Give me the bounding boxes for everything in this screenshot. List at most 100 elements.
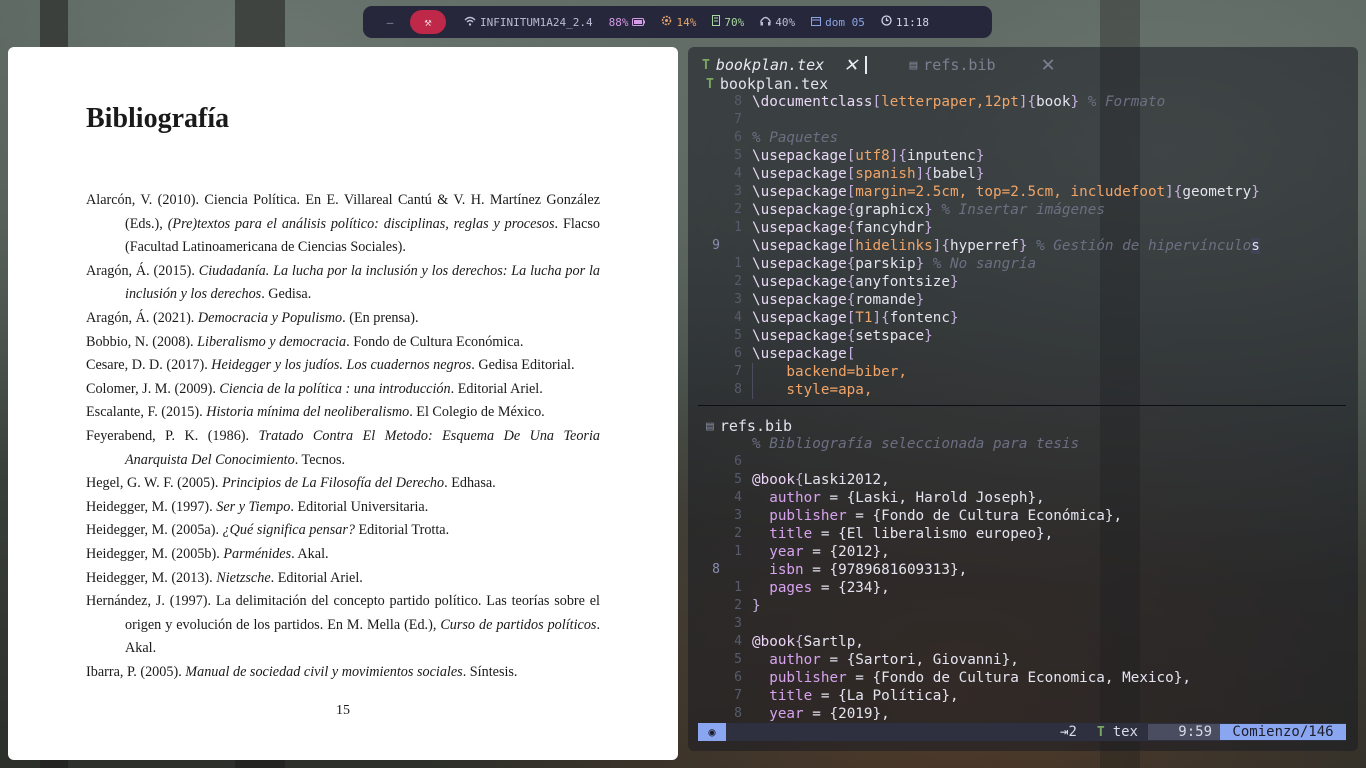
line-number: 7 [734,688,742,703]
pdf-page[interactable]: Bibliografía Alarcón, V. (2010). Ciencia… [8,47,678,760]
code-pane-refs[interactable]: % Bibliografía seleccionada para tesis 6 5… [688,435,1358,723]
file-icon: ▤ [909,57,918,73]
scroll-progress: Comienzo/146 [1220,724,1346,740]
page-number: 15 [336,703,350,718]
code-line[interactable]: 8 style=apa, [688,381,1358,399]
code-line[interactable]: 6 [688,453,1358,471]
line-number: 3 [734,616,742,631]
pane-divider[interactable] [698,405,1346,406]
bibliography-heading: Bibliografía [86,103,230,134]
code-line[interactable]: 5 \usepackage{setspace} [688,327,1358,345]
line-number: 2 [734,526,742,541]
mode-icon: ◉ [698,723,726,741]
pane-filename: bookplan.tex [719,75,829,93]
workspace-active[interactable]: ⚒ [410,10,446,34]
code-line[interactable]: % Bibliografía seleccionada para tesis [688,435,1358,453]
reference-entry: Hernández, J. (1997). La delimitación de… [86,593,600,657]
code-line[interactable]: 6 publisher = {Fondo de Cultura Economic… [688,669,1358,687]
reference-entry: Hegel, G. W. F. (2005). Principios de La… [86,475,496,492]
text-editor[interactable]: T bookplan.tex ✕ ▤ refs.bib ✕ T bookplan… [688,47,1358,751]
reference-entry: Alarcón, V. (2010). Ciencia Política. En… [86,192,600,256]
code-line[interactable]: 6% Paquetes [688,129,1358,147]
close-icon[interactable]: ✕ [844,54,857,76]
line-number: 6 [734,454,742,469]
reference-entry: Heidegger, M. (2005a). ¿Qué significa pe… [86,522,450,539]
reference-entry: Colomer, J. M. (2009). Ciencia de la pol… [86,380,543,397]
reference-entry: Heidegger, M. (2005b). Parménides. Akal. [86,545,329,562]
wifi-indicator[interactable]: INFINITUM1A24_2.4 [456,16,601,29]
code-pane-bookplan[interactable]: 8 \documentclass[letterpaper,12pt]{book} … [688,93,1358,399]
filetype-indicator: T tex [1087,724,1148,740]
line-number: 8 [734,382,742,397]
reference-entry: Escalante, F. (2015). Historia mínima de… [86,404,545,421]
clock-indicator[interactable]: 11:18 [873,15,937,29]
date-indicator[interactable]: dom 05 [803,16,873,29]
code-line[interactable]: 5 @book{Laski2012, [688,471,1358,489]
code-line[interactable]: 1 \usepackage{fancyhdr} [688,219,1358,237]
code-line[interactable]: 3 \usepackage{romande} [688,291,1358,309]
cursor-caret [865,56,868,74]
code-line[interactable]: 7 backend=biber, [688,363,1358,381]
line-number: 5 [734,328,742,343]
code-line[interactable]: 4 \usepackage[T1]{fontenc} [688,309,1358,327]
code-line[interactable]: 8 isbn = {9789681609313}, [688,561,1358,579]
line-number: 6 [734,130,742,145]
line-number: 1 [734,544,742,559]
code-line[interactable]: 2 \usepackage{graphicx} % Insertar imágen… [688,201,1358,219]
memory-percent: 70% [724,15,745,29]
code-line[interactable]: 4 @book{Sartlp, [688,633,1358,651]
file-icon: ▤ [706,418,714,434]
reference-entry: Cesare, D. D. (2017). Heidegger y los ju… [86,357,575,374]
code-line[interactable]: 2} [688,597,1358,615]
code-line[interactable]: 4 author = {Laski, Harold Joseph}, [688,489,1358,507]
code-line[interactable]: 1 year = {2012}, [688,543,1358,561]
code-line[interactable]: 3 \usepackage[margin=2.5cm, top=2.5cm, in… [688,183,1358,201]
line-number: 5 [734,148,742,163]
code-line[interactable]: 7 [688,111,1358,129]
code-line[interactable]: 6 \usepackage[ [688,345,1358,363]
tab-bookplan[interactable]: T bookplan.tex ✕ [702,54,868,76]
tex-file-icon: T [702,57,710,73]
line-number: 3 [734,508,742,523]
code-line[interactable]: 2 \usepackage{anyfontsize} [688,273,1358,291]
battery-indicator[interactable]: 88% [601,16,654,29]
volume-indicator[interactable]: 40% [752,16,803,29]
code-line[interactable]: 4 \usepackage[spanish]{babel} [688,165,1358,183]
close-icon[interactable]: ✕ [1042,54,1055,76]
cpu-indicator[interactable]: 14% [653,15,704,29]
editor-statusline: ◉ ⇥2 T tex 9:59 Comienzo/146 [698,723,1346,741]
reference-entry: Feyerabend, P. K. (1986). Tratado Contra… [86,427,600,468]
pane-header-refs: ▤ refs.bib [706,417,792,435]
tab-refs[interactable]: ▤ refs.bib ✕ [909,54,1055,76]
code-line[interactable]: 7 title = {La Política}, [688,687,1358,705]
code-line[interactable]: 2 title = {El liberalismo europeo}, [688,525,1358,543]
line-number: 1 [734,580,742,595]
battery-percent: 88% [608,15,629,29]
code-line[interactable]: 5 \usepackage[utf8]{inputenc} [688,147,1358,165]
reference-entry: Ibarra, P. (2005). Manual de sociedad ci… [86,663,518,680]
code-line[interactable]: 3 [688,615,1358,633]
tex-file-icon: T [1096,724,1105,740]
code-line[interactable]: 3 publisher = {Fondo de Cultura Económic… [688,507,1358,525]
code-line[interactable]: 1 pages = {234}, [688,579,1358,597]
code-line[interactable]: 9 \usepackage[hidelinks]{hyperref} % Gest… [688,237,1358,255]
line-number: 4 [734,166,742,181]
code-line[interactable]: 1 \usepackage{parskip} % No sangría [688,255,1358,273]
code-line[interactable]: 8 \documentclass[letterpaper,12pt]{book} … [688,93,1358,111]
indent-guide [752,363,753,399]
workspace-inactive[interactable]: – [370,16,410,29]
clock-icon [881,15,892,29]
tools-icon: ⚒ [424,15,432,29]
line-number: 2 [734,202,742,217]
cpu-percent: 14% [676,15,697,29]
cpu-icon [661,15,672,29]
status-bar-top: – ⚒ INFINITUM1A24_2.4 88% 14% 70% 40% do… [363,6,992,38]
cursor-position: 9:59 [1148,724,1220,740]
line-number: 1 [734,220,742,235]
line-number: 4 [734,310,742,325]
code-line[interactable]: 5 author = {Sartori, Giovanni}, [688,651,1358,669]
code-line[interactable]: 8 year = {2019}, [688,705,1358,723]
line-number: 9 [712,238,720,253]
line-number: 1 [734,256,742,271]
memory-indicator[interactable]: 70% [704,15,752,29]
